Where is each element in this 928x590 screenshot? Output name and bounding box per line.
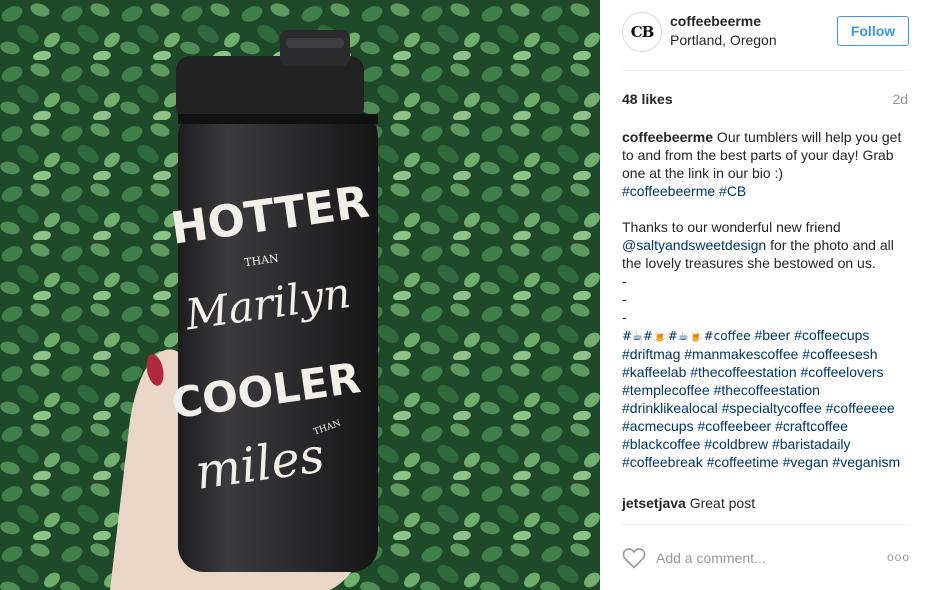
comment-text: Great post xyxy=(685,495,756,511)
caption-emoji-hashtags[interactable]: #☕#🍺#☕🍺#coffee xyxy=(622,329,751,343)
post-header: CB coffeebeerme Portland, Oregon Follow xyxy=(622,12,910,56)
caption-dash-3: - xyxy=(622,309,627,325)
more-options-icon[interactable]: ooo xyxy=(887,550,910,564)
caption-paragraph-2: Thanks to our wonderful new friend @salty… xyxy=(622,218,912,272)
post-age[interactable]: 2d xyxy=(892,91,908,107)
caption-mention[interactable]: @saltyandsweetdesign xyxy=(622,237,766,253)
caption-author[interactable]: coffeebeerme xyxy=(622,129,713,145)
caption-dash-1: - xyxy=(622,273,627,289)
header-divider xyxy=(622,70,910,71)
footer-divider xyxy=(622,524,910,525)
caption-hashtags-block: #☕#🍺#☕🍺#coffee #beer #coffeecups #driftm… xyxy=(622,326,912,471)
tumbler-photo-svg: HOTTER THAN Marilyn COOLER THAN miles xyxy=(0,0,600,590)
comment-item: jetsetjava Great post xyxy=(622,495,755,511)
follow-button[interactable]: Follow xyxy=(837,16,909,46)
username-link[interactable]: coffeebeerme xyxy=(670,13,761,29)
caption-paragraph-1: coffeebeerme Our tumblers will help you … xyxy=(622,128,912,200)
avatar[interactable]: CB xyxy=(622,12,662,52)
post-caption: coffeebeerme Our tumblers will help you … xyxy=(622,128,912,471)
post-photo[interactable]: HOTTER THAN Marilyn COOLER THAN miles xyxy=(0,0,600,590)
caption-text-2: Thanks to our wonderful new friend xyxy=(622,219,841,235)
location-link[interactable]: Portland, Oregon xyxy=(670,32,777,48)
caption-dash-2: - xyxy=(622,291,627,307)
comment-user[interactable]: jetsetjava xyxy=(622,495,686,511)
avatar-initials: CB xyxy=(630,23,655,41)
caption-hashtags-1[interactable]: #coffeebeerme #CB xyxy=(622,183,746,199)
heart-icon[interactable] xyxy=(622,547,646,569)
post-side-panel: CB coffeebeerme Portland, Oregon Follow … xyxy=(600,0,928,590)
caption-hashtags-2[interactable]: #beer #coffeecups #driftmag #manmakescof… xyxy=(622,327,900,470)
likes-count[interactable]: 48 likes xyxy=(622,91,673,107)
add-comment-input[interactable]: Add a comment... xyxy=(656,550,766,566)
